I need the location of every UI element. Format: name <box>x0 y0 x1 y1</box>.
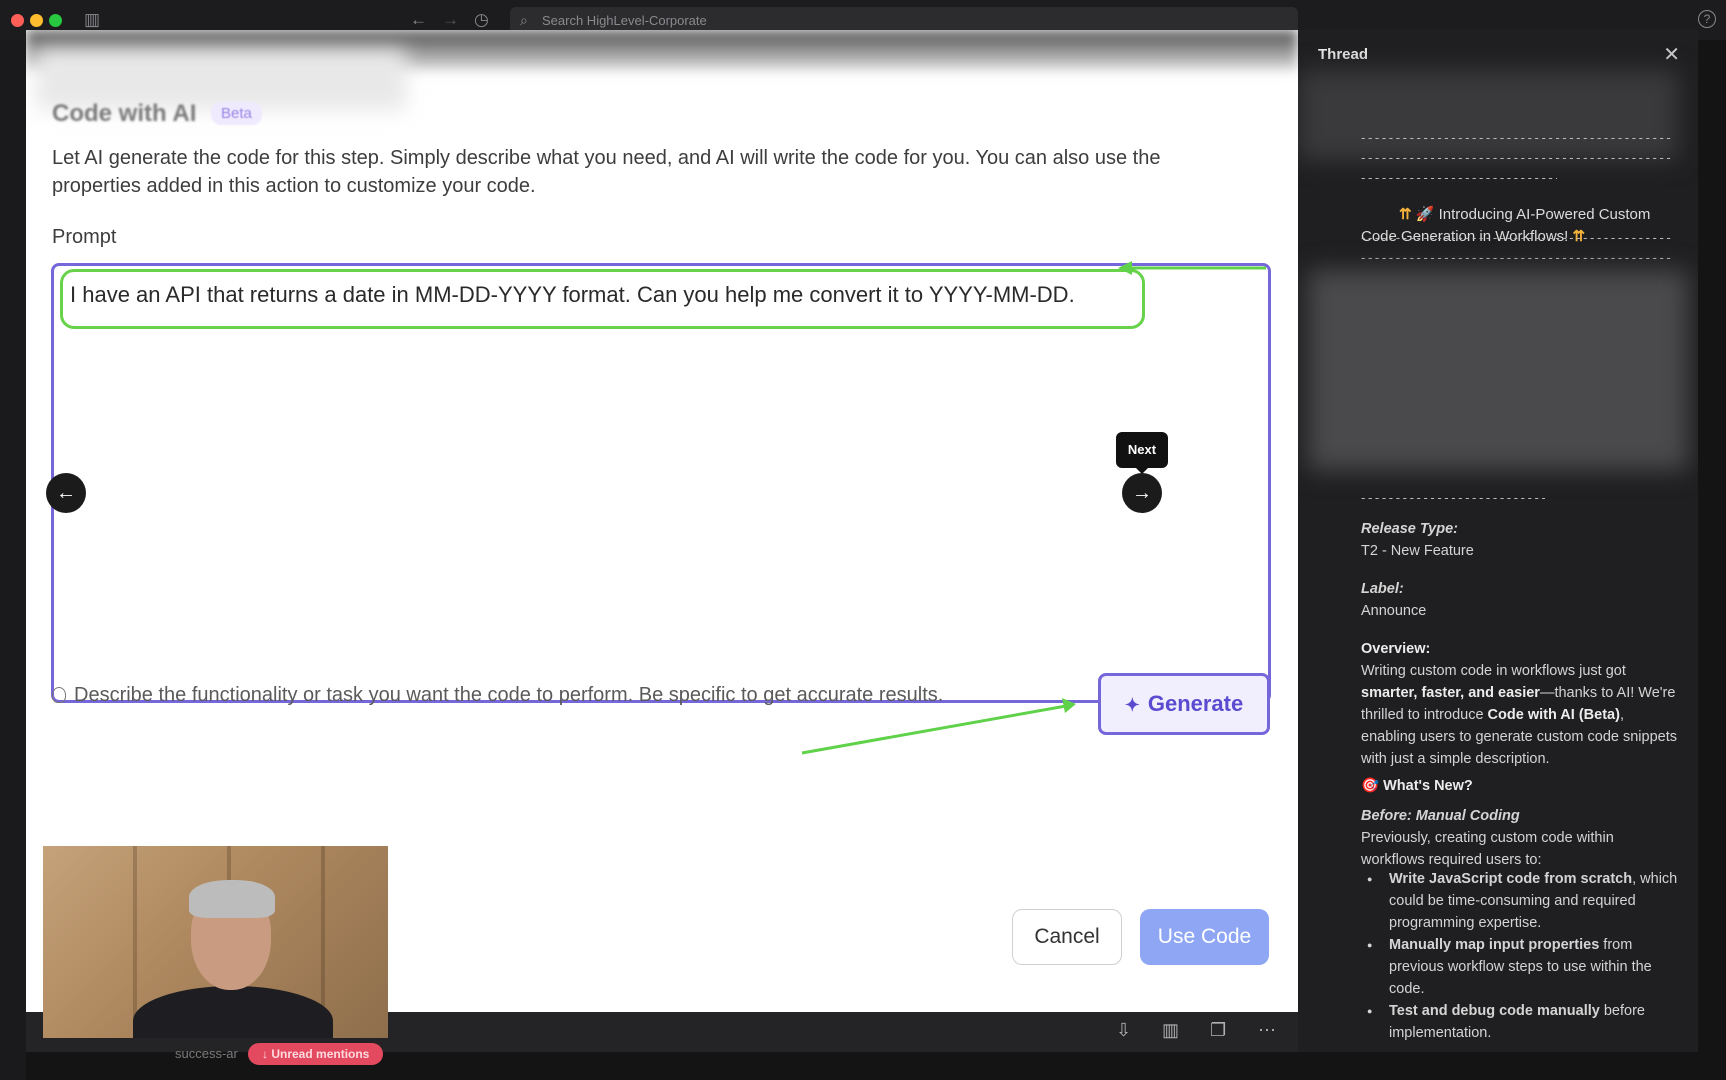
thread-panel: Thread ✕ - - - - - - - - - - - - - - - -… <box>1298 30 1698 1052</box>
whats-new-label: What's New? <box>1383 778 1473 794</box>
modal-description: Let AI generate the code for this step. … <box>52 147 1161 197</box>
previous-button[interactable]: ← <box>46 473 86 513</box>
divider: - - - - - - - - - - - - - - - - - - - - … <box>1361 170 1557 185</box>
screen: ▥ ← → ◷ ⌕ Search HighLevel-Corporate ? C… <box>0 0 1726 1080</box>
cancel-button[interactable]: Cancel <box>1012 909 1122 965</box>
list-item: Test and debug code manually before impl… <box>1361 1000 1681 1044</box>
webcam-person-hair <box>189 880 275 918</box>
before-bullets: Write JavaScript code from scratch, whic… <box>1361 868 1681 1044</box>
lightbulb-icon <box>52 687 66 703</box>
help-icon[interactable]: ? <box>1698 10 1716 28</box>
list-item: Write JavaScript code from scratch, whic… <box>1361 868 1681 934</box>
whats-new-heading: 🎯 What's New? <box>1361 775 1681 797</box>
modal-title: Code with AI <box>52 100 197 127</box>
bullet-bold: Test and debug code manually <box>1389 1003 1600 1019</box>
next-button[interactable]: → <box>1122 473 1162 513</box>
divider: - - - - - - - - - - - - - - - - - - - - … <box>1361 490 1545 505</box>
arrow-left-icon: ← <box>56 482 76 504</box>
unread-mentions-chip[interactable]: ↓ Unread mentions <box>248 1043 384 1065</box>
before-section: Before: Manual Coding Previously, creati… <box>1361 805 1681 871</box>
divider: - - - - - - - - - - - - - - - - - - - - … <box>1361 230 1671 245</box>
overview-bold: Code with AI (Beta) <box>1487 707 1620 723</box>
label-label: Label: <box>1361 581 1404 597</box>
prompt-text: I have an API that returns a date in MM-… <box>70 282 1075 307</box>
overview-label: Overview: <box>1361 641 1431 657</box>
back-arrow-icon[interactable]: ← <box>410 10 427 30</box>
divider: - - - - - - - - - - - - - - - - - - - - … <box>1361 250 1671 265</box>
close-icon[interactable]: ✕ <box>1663 42 1680 67</box>
up-arrows-icon: ⇈ <box>1399 206 1412 223</box>
use-code-button[interactable]: Use Code <box>1140 909 1269 965</box>
minimize-window-button[interactable] <box>30 14 43 27</box>
workspace-rail <box>0 40 26 1080</box>
prompt-label: Prompt <box>52 226 117 248</box>
sidebar-toggle-icon[interactable]: ▥ <box>84 10 100 30</box>
dart-icon: 🎯 <box>1361 778 1380 794</box>
forward-arrow-icon[interactable]: → <box>442 10 459 30</box>
channel-snippet: success-ar <box>175 1046 238 1061</box>
release-type-value: T2 - New Feature <box>1361 543 1474 559</box>
before-heading: Before: Manual Coding <box>1361 808 1520 824</box>
list-item: Manually map input properties from previ… <box>1361 934 1681 1000</box>
unread-mentions-label: Unread mentions <box>271 1047 370 1061</box>
hint-label: Describe the functionality or task you w… <box>74 684 944 706</box>
label-field: Label: Announce <box>1361 578 1681 622</box>
close-window-button[interactable] <box>11 14 24 27</box>
search-placeholder: Search HighLevel-Corporate <box>542 13 707 28</box>
blurred-region <box>1308 270 1688 470</box>
release-type-label: Release Type: <box>1361 521 1458 537</box>
divider: - - - - - - - - - - - - - - - - - - - - … <box>1361 130 1671 145</box>
next-tooltip: Next <box>1116 432 1168 474</box>
overview: Overview: Writing custom code in workflo… <box>1361 638 1681 770</box>
before-text: Previously, creating custom code within … <box>1361 830 1614 868</box>
more-icon[interactable]: ⋯ <box>1258 1020 1276 1041</box>
bullet-bold: Write JavaScript code from scratch <box>1389 871 1633 887</box>
generate-button[interactable]: ✦ Generate <box>1098 673 1270 735</box>
rocket-icon: 🚀 <box>1415 206 1435 223</box>
cloud-download-icon[interactable]: ⇩ <box>1116 1020 1131 1041</box>
thread-title: Thread <box>1318 46 1369 63</box>
overview-bold: smarter, faster, and easier <box>1361 685 1540 701</box>
maximize-window-button[interactable] <box>49 14 62 27</box>
history-icon[interactable]: ◷ <box>474 10 489 30</box>
hint-text: Describe the functionality or task you w… <box>52 684 943 707</box>
copy-icon[interactable]: ❐ <box>1210 1020 1226 1041</box>
blurred-region <box>1298 70 1678 160</box>
release-type: Release Type: T2 - New Feature <box>1361 518 1681 562</box>
webcam-overlay <box>43 846 388 1038</box>
label-value: Announce <box>1361 603 1427 619</box>
generate-label: Generate <box>1147 691 1244 716</box>
beta-badge: Beta <box>211 102 262 125</box>
sparkle-icon: ✦ <box>1124 695 1140 715</box>
arrow-line-generate <box>801 704 1067 755</box>
divider: - - - - - - - - - - - - - - - - - - - - … <box>1361 150 1671 165</box>
arrow-right-icon: → <box>1132 482 1152 504</box>
bullet-bold: Manually map input properties <box>1389 937 1600 953</box>
overview-text: Writing custom code in workflows just go… <box>1361 663 1626 679</box>
prompt-textarea[interactable]: I have an API that returns a date in MM-… <box>51 263 1271 703</box>
split-view-icon[interactable]: ▥ <box>1162 1020 1179 1041</box>
